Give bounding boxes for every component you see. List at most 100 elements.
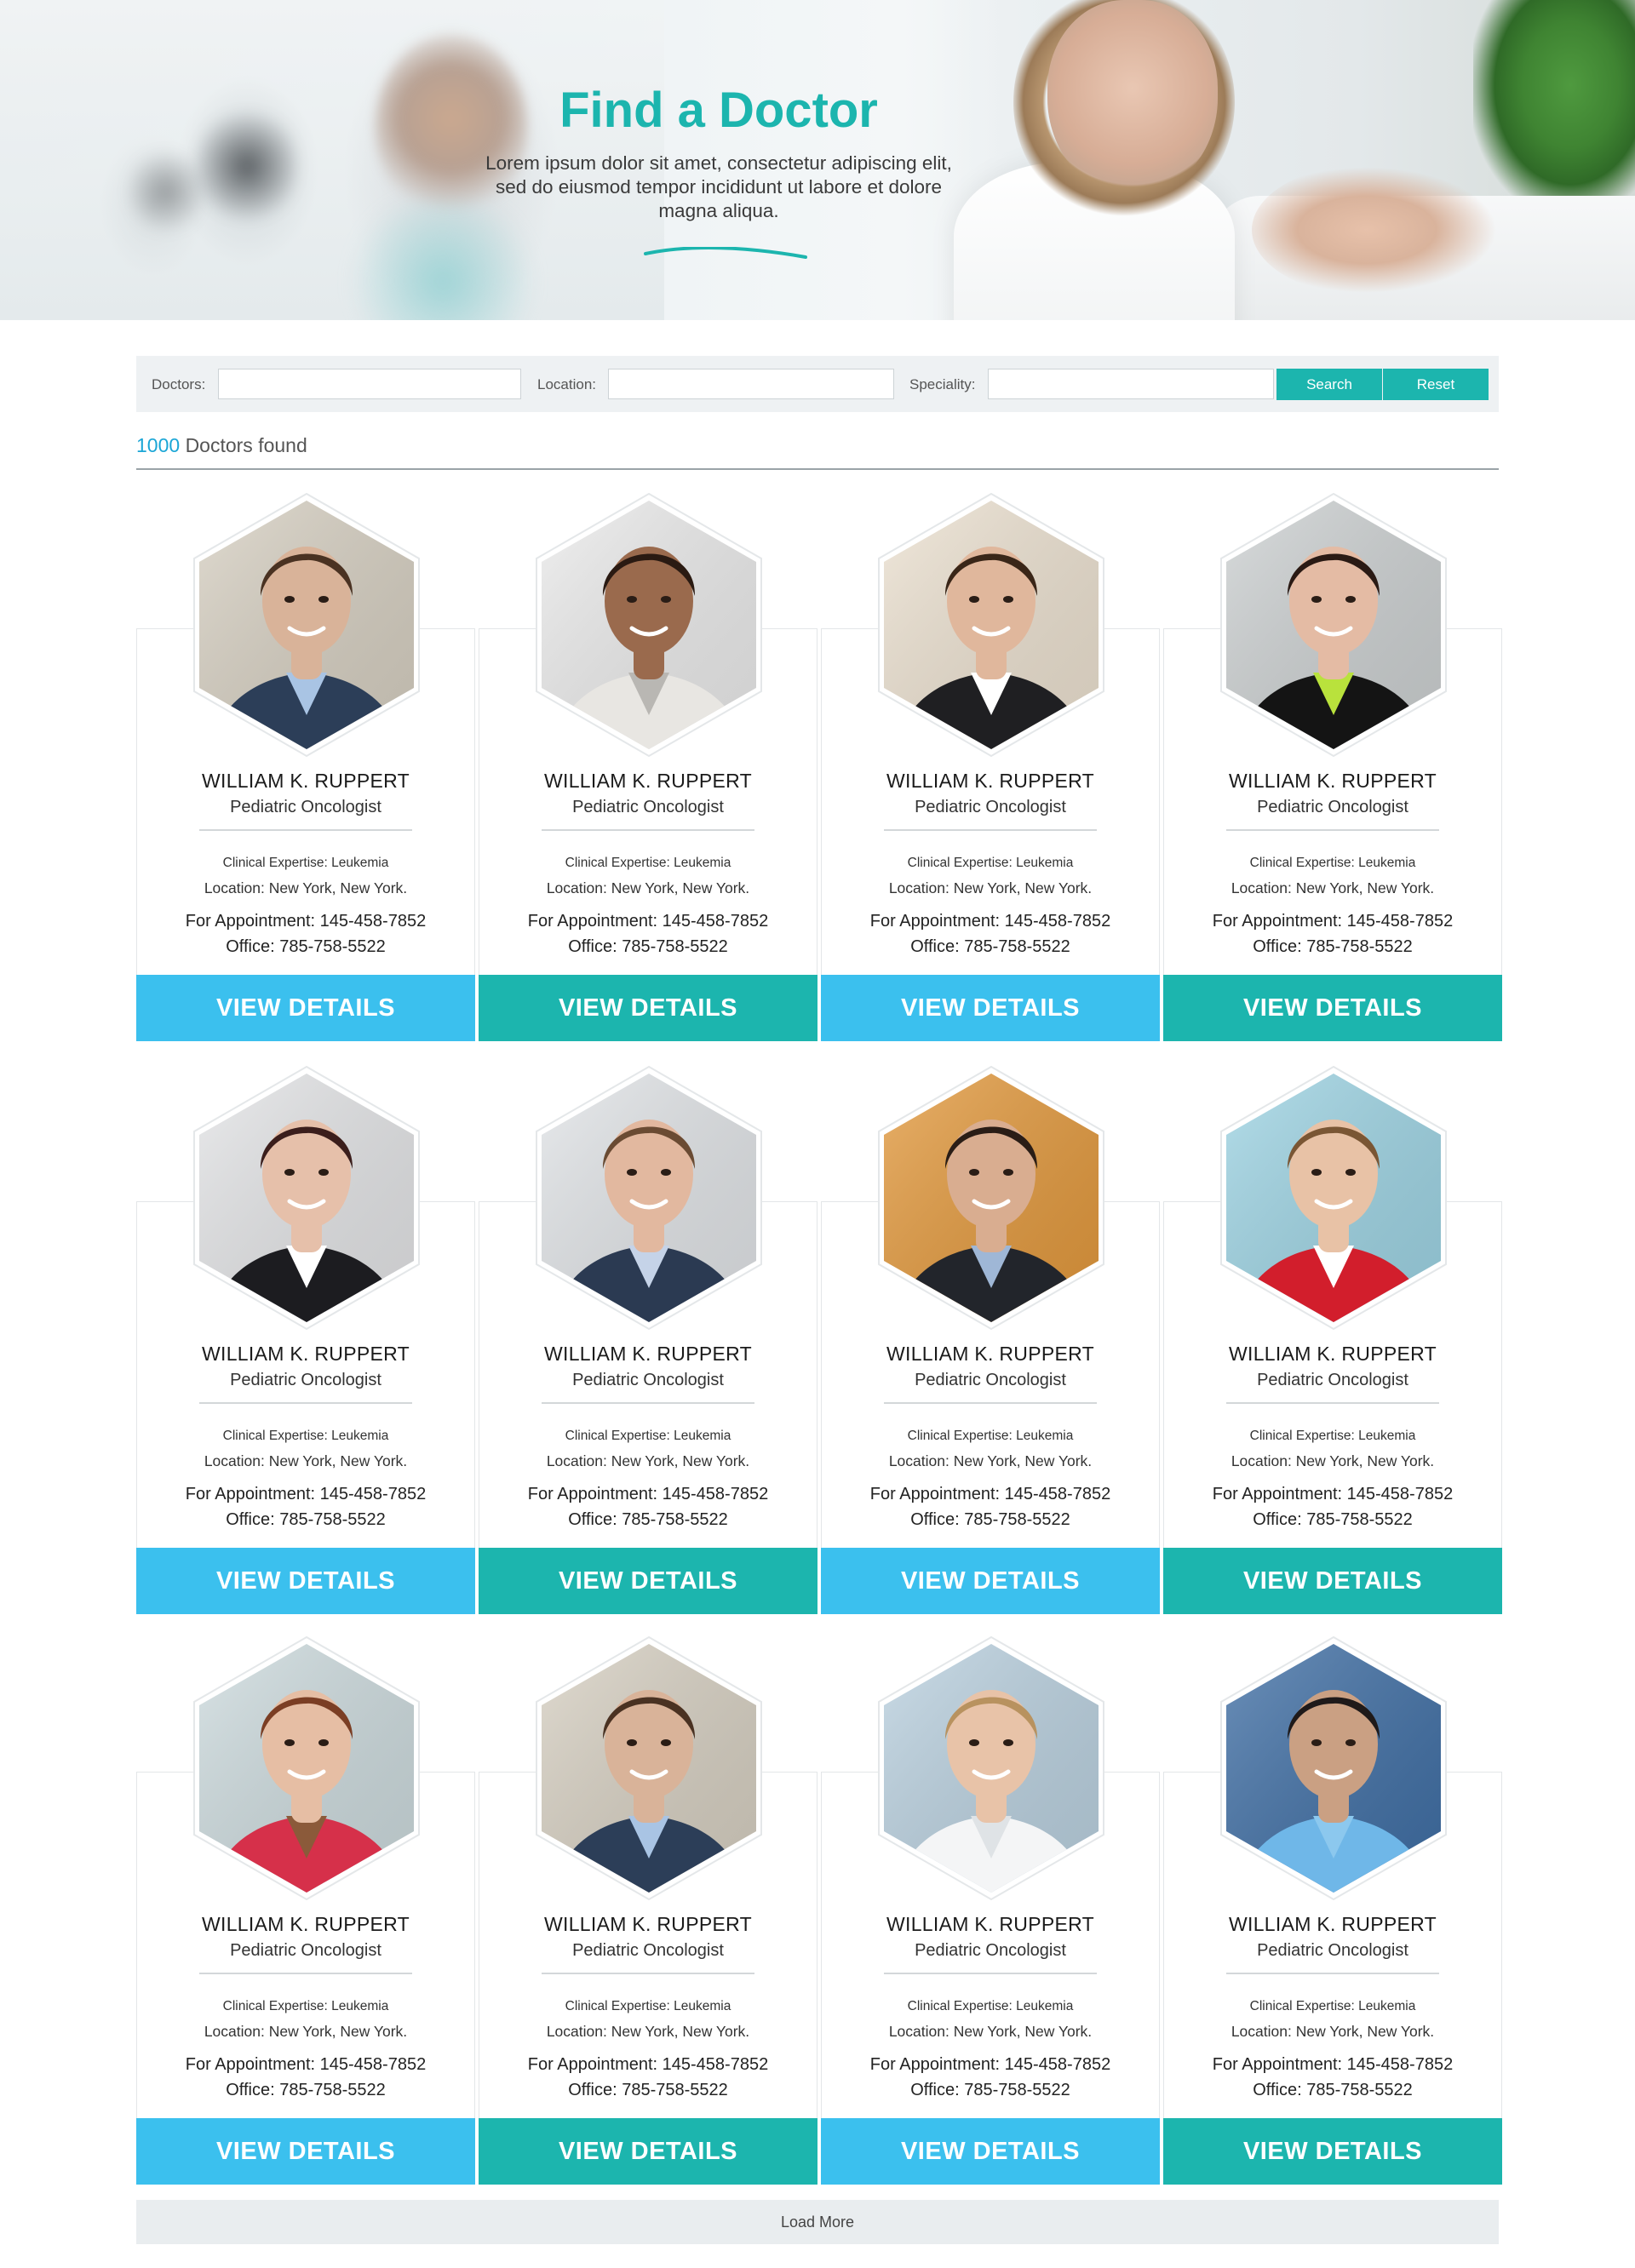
view-details-button[interactable]: VIEW DETAILS [136, 1548, 475, 1614]
doctor-card: WILLIAM K. RUPPERT Pediatric Oncologist Cl… [1163, 1635, 1502, 2185]
doctor-expertise: Clinical Expertise: Leukemia [565, 1429, 731, 1443]
hero-patient-image [1252, 162, 1507, 298]
doctor-name: WILLIAM K. RUPPERT [886, 1343, 1094, 1365]
view-details-button[interactable]: VIEW DETAILS [821, 975, 1160, 1041]
search-button[interactable]: Search [1276, 369, 1382, 400]
doctor-card: WILLIAM K. RUPPERT Pediatric Oncologist Cl… [1163, 1065, 1502, 1614]
view-details-button[interactable]: VIEW DETAILS [136, 2118, 475, 2185]
doctor-appointment-phone: For Appointment: 145-458-7852 [185, 1485, 427, 1503]
doctor-card-divider [542, 829, 754, 831]
doctor-appointment-phone: For Appointment: 145-458-7852 [527, 1485, 769, 1503]
doctor-name: WILLIAM K. RUPPERT [202, 770, 410, 792]
doctor-expertise: Clinical Expertise: Leukemia [907, 1429, 1074, 1443]
doctor-appointment-phone: For Appointment: 145-458-7852 [869, 1485, 1111, 1503]
load-more-button[interactable]: Load More [136, 2200, 1499, 2244]
doctor-office-phone: Office: 785-758-5522 [1253, 1510, 1413, 1529]
doctor-photo [536, 1635, 762, 1901]
location-search-input[interactable] [608, 369, 894, 399]
doctor-location: Location: New York, New York. [204, 879, 408, 896]
doctor-photo [878, 492, 1104, 758]
doctor-expertise: Clinical Expertise: Leukemia [1249, 1429, 1416, 1443]
doctor-card: WILLIAM K. RUPPERT Pediatric Oncologist Cl… [1163, 492, 1502, 1041]
results-count-number: 1000 [136, 434, 181, 456]
hero-banner: Find a Doctor Lorem ipsum dolor sit amet… [0, 0, 1635, 320]
doctor-specialty: Pediatric Oncologist [230, 1371, 382, 1389]
doctor-card: WILLIAM K. RUPPERT Pediatric Oncologist Cl… [821, 1635, 1160, 2185]
doctor-office-phone: Office: 785-758-5522 [1253, 937, 1413, 956]
reset-button[interactable]: Reset [1383, 369, 1489, 400]
doctor-photo [1220, 1635, 1447, 1901]
doctor-appointment-phone: For Appointment: 145-458-7852 [527, 2055, 769, 2074]
doctor-card: WILLIAM K. RUPPERT Pediatric Oncologist Cl… [136, 492, 475, 1041]
doctor-location: Location: New York, New York. [546, 1452, 750, 1469]
doctor-appointment-phone: For Appointment: 145-458-7852 [527, 912, 769, 931]
view-details-button[interactable]: VIEW DETAILS [821, 1548, 1160, 1614]
doctor-office-phone: Office: 785-758-5522 [910, 2081, 1070, 2099]
view-details-button[interactable]: VIEW DETAILS [1163, 2118, 1502, 2185]
search-bar: Doctors: Location: Speciality: Search Re… [136, 356, 1499, 412]
speciality-search-input[interactable] [988, 369, 1274, 399]
doctor-appointment-phone: For Appointment: 145-458-7852 [185, 2055, 427, 2074]
doctor-location: Location: New York, New York. [1231, 2023, 1435, 2040]
doctor-expertise: Clinical Expertise: Leukemia [222, 856, 389, 870]
results-divider [136, 468, 1499, 470]
doctor-card-divider [199, 1402, 412, 1404]
doctor-photo [878, 1635, 1104, 1901]
doctor-photo [1220, 492, 1447, 758]
speciality-label: Speciality: [909, 376, 976, 392]
doctor-location: Location: New York, New York. [888, 1452, 1093, 1469]
doctor-card-divider [542, 1402, 754, 1404]
doctor-specialty: Pediatric Oncologist [915, 1371, 1066, 1389]
doctor-card: WILLIAM K. RUPPERT Pediatric Oncologist Cl… [821, 1065, 1160, 1614]
doctor-office-phone: Office: 785-758-5522 [1253, 2081, 1413, 2099]
doctor-name: WILLIAM K. RUPPERT [1229, 1343, 1437, 1365]
doctor-name: WILLIAM K. RUPPERT [544, 1343, 752, 1365]
doctor-name: WILLIAM K. RUPPERT [202, 1913, 410, 1935]
doctor-office-phone: Office: 785-758-5522 [226, 2081, 386, 2099]
doctor-specialty: Pediatric Oncologist [915, 798, 1066, 816]
doctor-card-divider [542, 1973, 754, 1974]
doctor-appointment-phone: For Appointment: 145-458-7852 [1212, 912, 1454, 931]
page-title: Find a Doctor [559, 83, 878, 138]
view-details-button[interactable]: VIEW DETAILS [136, 975, 475, 1041]
view-details-button[interactable]: VIEW DETAILS [479, 2118, 818, 2185]
doctor-photo [878, 1065, 1104, 1331]
doctor-card-divider [199, 1973, 412, 1974]
view-details-button[interactable]: VIEW DETAILS [479, 1548, 818, 1614]
doctor-name: WILLIAM K. RUPPERT [886, 1913, 1094, 1935]
doctor-location: Location: New York, New York. [888, 879, 1093, 896]
doctor-office-phone: Office: 785-758-5522 [568, 2081, 728, 2099]
doctor-card-divider [884, 1973, 1097, 1974]
view-details-button[interactable]: VIEW DETAILS [1163, 975, 1502, 1041]
doctor-card-divider [1226, 829, 1439, 831]
doctor-location: Location: New York, New York. [204, 2023, 408, 2040]
doctor-card: WILLIAM K. RUPPERT Pediatric Oncologist Cl… [479, 1635, 818, 2185]
doctor-expertise: Clinical Expertise: Leukemia [907, 856, 1074, 870]
doctor-photo [193, 1065, 420, 1331]
doctor-photo [193, 1635, 420, 1901]
doctor-office-phone: Office: 785-758-5522 [910, 937, 1070, 956]
doctors-search-input[interactable] [218, 369, 521, 399]
doctor-card-divider [1226, 1402, 1439, 1404]
results-count-label: Doctors found [185, 434, 307, 456]
doctor-photo [1220, 1065, 1447, 1331]
doctor-specialty: Pediatric Oncologist [572, 1941, 724, 1960]
location-label: Location: [537, 376, 596, 392]
doctor-specialty: Pediatric Oncologist [572, 798, 724, 816]
view-details-button[interactable]: VIEW DETAILS [821, 2118, 1160, 2185]
doctor-name: WILLIAM K. RUPPERT [202, 1343, 410, 1365]
view-details-button[interactable]: VIEW DETAILS [479, 975, 818, 1041]
doctor-specialty: Pediatric Oncologist [230, 1941, 382, 1960]
doctor-expertise: Clinical Expertise: Leukemia [222, 1429, 389, 1443]
doctor-expertise: Clinical Expertise: Leukemia [565, 1999, 731, 2013]
doctor-specialty: Pediatric Oncologist [1257, 1941, 1408, 1960]
doctor-location: Location: New York, New York. [888, 2023, 1093, 2040]
doctor-specialty: Pediatric Oncologist [230, 798, 382, 816]
doctor-card-divider [884, 829, 1097, 831]
doctor-expertise: Clinical Expertise: Leukemia [222, 1999, 389, 2013]
doctor-appointment-phone: For Appointment: 145-458-7852 [1212, 1485, 1454, 1503]
hero-subtitle: Lorem ipsum dolor sit amet, consectetur … [485, 152, 952, 221]
doctor-photo [536, 1065, 762, 1331]
doctor-location: Location: New York, New York. [546, 2023, 750, 2040]
view-details-button[interactable]: VIEW DETAILS [1163, 1548, 1502, 1614]
